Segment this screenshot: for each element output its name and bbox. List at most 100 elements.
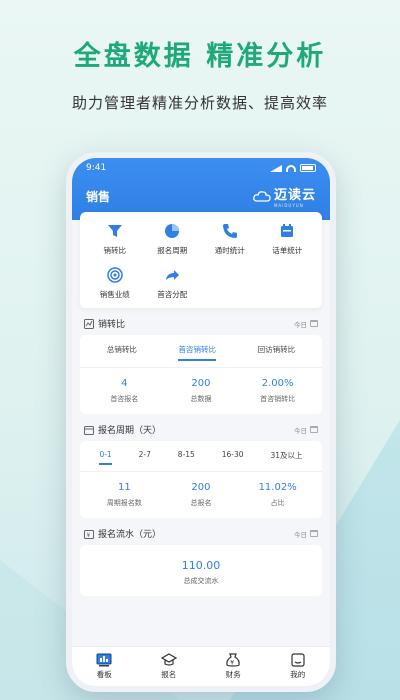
target-icon [106, 266, 124, 284]
stat-item: 200 总数据 [163, 378, 239, 404]
menu-item-label: 通时统计 [214, 246, 245, 255]
page-title: 销售 [86, 189, 111, 204]
status-bar: 9:41 [72, 158, 330, 178]
stat-value: 11.02% [258, 482, 297, 493]
phone-mockup: 9:41 销售 迈读云 MAIDUYUN 销转比 报名周期 通时统计 话单统计 … [66, 152, 336, 692]
user-icon [291, 653, 305, 667]
stat-label: 总报名 [190, 499, 212, 507]
tab-total-conversion[interactable]: 总销转比 [107, 344, 137, 361]
bottom-tab-bar: 看板 报名 ¥ 财务 我的 [72, 646, 330, 686]
cycle-tabs: 0-1 2-7 8-15 16-30 31及以上 [80, 441, 322, 472]
calendar-icon [310, 530, 318, 537]
stat-item: 4 首咨报名 [86, 378, 162, 404]
stat-value: 200 [191, 378, 211, 389]
menu-item-label: 报名周期 [157, 246, 188, 255]
tab-dashboard[interactable]: 看板 [96, 653, 112, 680]
tab-revisit-conversion[interactable]: 回访销转比 [258, 344, 296, 361]
cycle-title: 报名周期（天） [98, 426, 162, 436]
tab-range-8-15[interactable]: 8-15 [178, 450, 195, 465]
tab-first-inquiry-conversion[interactable]: 首咨销转比 [178, 344, 216, 361]
date-filter[interactable]: 今日 [294, 529, 318, 539]
wifi-icon [286, 164, 296, 172]
cloud-icon [253, 191, 271, 202]
battery-icon [300, 164, 316, 172]
cycle-card: 0-1 2-7 8-15 16-30 31及以上 11 周期报名数 200 总报… [80, 441, 322, 518]
app-screen: 9:41 销售 迈读云 MAIDUYUN 销转比 报名周期 通时统计 话单统计 … [72, 158, 330, 686]
brand-subtitle: MAIDUYUN [273, 203, 304, 208]
date-filter[interactable]: 今日 [294, 319, 318, 329]
cycle-section-header: 报名周期（天） 今日 [72, 414, 330, 441]
tab-label: 报名 [161, 670, 177, 679]
calendar-icon [278, 222, 296, 240]
tab-range-2-7[interactable]: 2-7 [139, 450, 151, 465]
headline: 全盘数据 精准分析 [73, 41, 327, 72]
calendar-icon [310, 426, 318, 433]
chart-icon [84, 318, 94, 329]
date-filter-label: 今日 [294, 426, 307, 435]
conversion-section-header: 销转比 今日 [72, 308, 330, 335]
calendar-icon [84, 425, 94, 435]
wallet-icon: ¥ [84, 529, 94, 539]
menu-item-call-records[interactable]: 话单统计 [259, 222, 317, 256]
conversion-tabs: 总销转比 首咨销转比 回访销转比 [80, 335, 322, 368]
stat-value: 4 [121, 378, 128, 389]
menu-item-label: 话单统计 [272, 246, 303, 255]
menu-item-label: 销转比 [103, 246, 127, 255]
funnel-icon [106, 222, 124, 240]
svg-text:¥: ¥ [230, 660, 234, 667]
menu-item-sales-performance[interactable]: 销售业绩 [86, 266, 144, 300]
money-bag-icon: ¥ [226, 653, 241, 667]
tab-label: 财务 [225, 670, 241, 679]
stat-item: 2.00% 首咨销转比 [240, 378, 316, 404]
tab-label: 看板 [96, 670, 112, 679]
menu-item-label: 销售业绩 [99, 290, 130, 299]
signal-icon [270, 164, 282, 172]
menu-item-conversion[interactable]: 销转比 [86, 222, 144, 256]
status-time: 9:41 [86, 163, 107, 173]
menu-item-lead-allocation[interactable]: 首咨分配 [144, 266, 202, 300]
stat-value: 200 [191, 482, 211, 493]
stat-value: 11 [117, 482, 131, 493]
tab-range-16-30[interactable]: 16-30 [222, 450, 244, 465]
calendar-icon [310, 320, 318, 327]
stat-value: 2.00% [261, 378, 294, 389]
flow-title: 报名流水（元） [98, 530, 162, 540]
stat-label: 周期报名数 [106, 499, 142, 507]
stat-label: 占比 [270, 499, 285, 507]
stat-label: 首咨销转比 [260, 395, 296, 403]
flow-value: 110.00 [181, 559, 221, 572]
flow-card: 110.00 总成交流水 [80, 545, 322, 596]
brand-logo: 迈读云 MAIDUYUN [253, 184, 316, 208]
menu-item-cycle[interactable]: 报名周期 [144, 222, 202, 256]
date-filter-label: 今日 [294, 530, 307, 539]
stat-item: 200 总报名 [163, 482, 239, 508]
flow-label: 总成交流水 [183, 577, 219, 585]
tab-profile[interactable]: 我的 [290, 653, 306, 680]
tab-range-31-plus[interactable]: 31及以上 [270, 450, 302, 465]
flow-section-header: ¥ 报名流水（元） 今日 [72, 518, 330, 545]
tab-label: 我的 [290, 670, 306, 679]
menu-item-call-time[interactable]: 通时统计 [201, 222, 259, 256]
tab-enrollment[interactable]: 报名 [160, 653, 177, 680]
tab-finance[interactable]: ¥ 财务 [225, 653, 241, 680]
stat-label: 首咨报名 [110, 395, 139, 403]
subline: 助力管理者精准分析数据、提高效率 [71, 94, 328, 112]
graduation-cap-icon [160, 653, 177, 666]
date-filter[interactable]: 今日 [294, 425, 318, 435]
pie-chart-icon [163, 222, 181, 240]
brand-name: 迈读云 [273, 188, 316, 203]
app-header: 9:41 销售 迈读云 MAIDUYUN [72, 158, 330, 220]
stat-label: 总数据 [190, 395, 212, 403]
stat-item: 11.02% 占比 [240, 482, 316, 508]
stat-item: 11 周期报名数 [86, 482, 162, 508]
conversion-card: 总销转比 首咨销转比 回访销转比 4 首咨报名 200 总数据 2.00% 首咨… [80, 335, 322, 414]
share-arrow-icon [163, 266, 181, 284]
conversion-title: 销转比 [98, 320, 126, 330]
phone-icon [221, 222, 239, 240]
dashboard-icon [96, 653, 112, 667]
date-filter-label: 今日 [294, 320, 307, 329]
svg-text:¥: ¥ [87, 532, 91, 539]
menu-item-label: 首咨分配 [157, 290, 188, 299]
function-menu: 销转比 报名周期 通时统计 话单统计 销售业绩 首咨分配 [80, 212, 322, 308]
tab-range-0-1[interactable]: 0-1 [99, 450, 112, 465]
